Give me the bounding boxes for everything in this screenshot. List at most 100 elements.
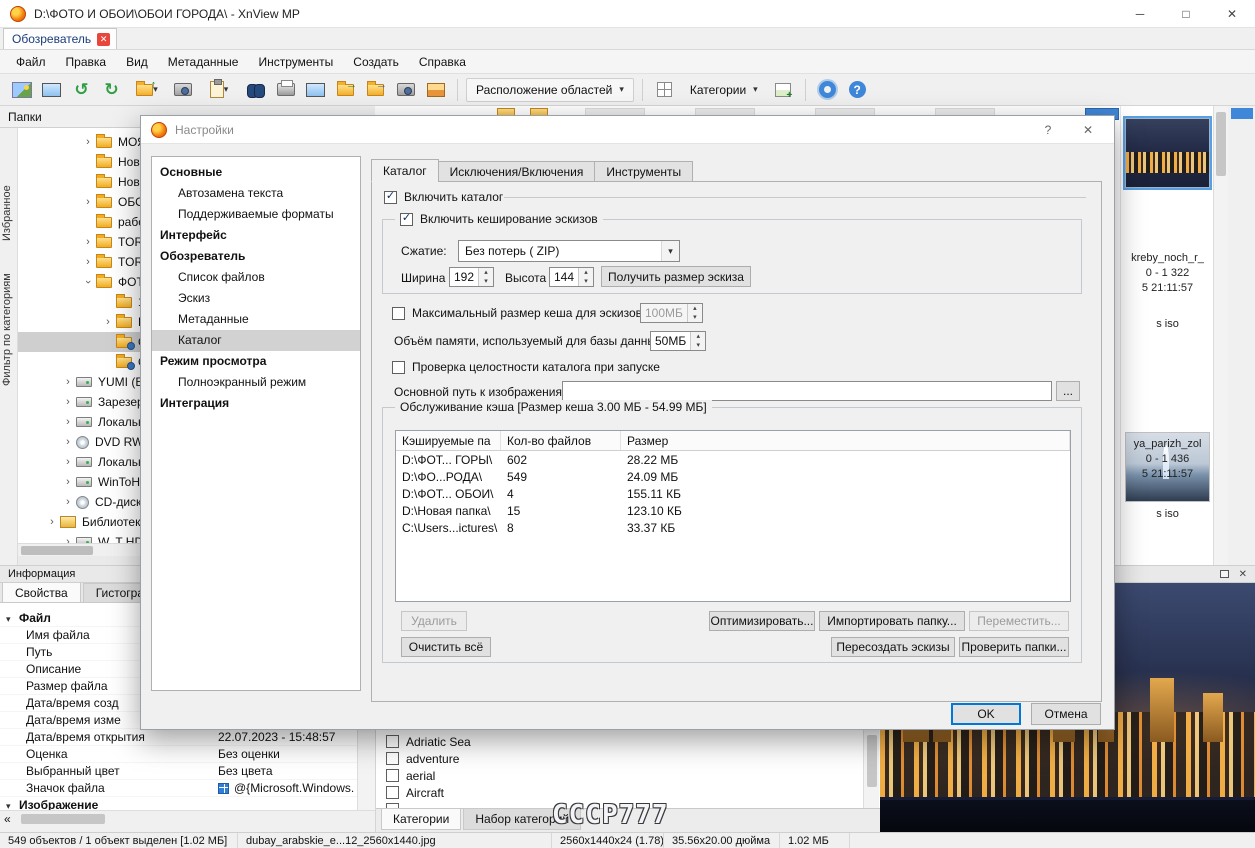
search-button[interactable] <box>242 77 269 103</box>
close-panel-icon[interactable]: ✕ <box>1239 569 1247 580</box>
collapse-left-icon[interactable]: « <box>4 812 11 826</box>
spin-down-icon[interactable]: ▾ <box>691 341 705 350</box>
spin-down-icon[interactable]: ▾ <box>579 277 593 286</box>
nav-general[interactable]: Основные <box>152 162 360 183</box>
base-path-input[interactable] <box>562 381 1052 401</box>
tab-close-button[interactable]: ✕ <box>97 32 111 46</box>
chevron-right-icon[interactable]: › <box>62 496 74 508</box>
checkbox-unchecked[interactable] <box>392 360 405 374</box>
spin-up-icon[interactable]: ▴ <box>479 268 493 277</box>
category-row[interactable]: Adriatic Sea <box>386 733 471 750</box>
side-tab-favorites[interactable]: Избранное <box>1 170 18 256</box>
compression-select[interactable]: Без потерь ( ZIP) ▾ <box>458 240 680 262</box>
copy-to-folder-button[interactable]: → <box>362 77 389 103</box>
column-header-path[interactable]: Кэшируемые па <box>396 431 501 450</box>
chevron-right-icon[interactable]: › <box>82 136 94 148</box>
rebuild-thumbs-button[interactable]: Пересоздать эскизы <box>831 637 955 657</box>
thumb-cache-checkbox[interactable]: ✓ <box>400 212 413 226</box>
side-tab-category-filter[interactable]: Фильтр по категориям <box>1 262 18 398</box>
integrity-checkbox-row[interactable]: Проверка целостности каталога при запуск… <box>392 360 660 374</box>
nav-supported-formats[interactable]: Поддерживаемые форматы <box>152 204 360 225</box>
nav-thumbnail[interactable]: Эскиз <box>152 288 360 309</box>
nav-catalog[interactable]: Каталог <box>152 330 360 351</box>
convert-button[interactable] <box>422 77 449 103</box>
column-header-size[interactable]: Размер <box>621 431 1070 450</box>
nav-interface[interactable]: Интерфейс <box>152 225 360 246</box>
slideshow-button[interactable] <box>302 77 329 103</box>
property-section[interactable]: ▾ Изображение <box>0 797 357 810</box>
minimize-button[interactable]: ─ <box>1117 0 1163 28</box>
settings-button[interactable] <box>814 77 841 103</box>
category-row[interactable]: Aircraft <box>386 784 444 801</box>
table-row[interactable]: D:\ФОТ... ОБОИ\ 4 155.11 КБ <box>396 485 1070 502</box>
property-row[interactable]: Выбранный цвет Без цвета <box>0 763 357 780</box>
chevron-right-icon[interactable]: › <box>62 396 74 408</box>
rotate-ccw-button[interactable]: ↺ <box>68 77 95 103</box>
menu-edit[interactable]: Правка <box>56 52 117 72</box>
browse-button[interactable]: ... <box>1056 381 1080 401</box>
check-folders-button[interactable]: Проверить папки... <box>959 637 1069 657</box>
thumbnail-layout-button[interactable] <box>651 77 678 103</box>
tab-exclusions[interactable]: Исключения/Включения <box>437 161 596 182</box>
parent-folder-button[interactable]: ↑ ▾ <box>128 77 166 103</box>
chevron-right-icon[interactable]: › <box>62 456 74 468</box>
property-row[interactable]: Значок файла @{Microsoft.Windows. <box>0 780 357 797</box>
capture-button[interactable] <box>392 77 419 103</box>
category-checkbox[interactable] <box>386 735 399 748</box>
move-to-folder-button[interactable]: → <box>332 77 359 103</box>
enable-catalog-checkbox[interactable]: ✓ Включить каталог <box>384 190 503 204</box>
table-row[interactable]: D:\ФО...РОДА\ 549 24.09 МБ <box>396 468 1070 485</box>
scrollbar-thumb[interactable] <box>20 813 105 824</box>
import-folder-button[interactable]: Импортировать папку... <box>819 611 965 631</box>
tab-tools[interactable]: Инструменты <box>594 161 694 182</box>
viewer-button[interactable] <box>38 77 65 103</box>
width-spinner[interactable]: 192 ▴ ▾ <box>449 267 495 287</box>
scrollbar-thumb[interactable] <box>21 546 93 555</box>
height-spinner[interactable]: 144 ▴ ▾ <box>549 267 595 287</box>
dialog-help-button[interactable]: ? <box>1032 118 1064 142</box>
db-memory-spinner[interactable]: 50МБ ▴ ▾ <box>650 331 707 351</box>
maximize-button[interactable]: □ <box>1163 0 1209 28</box>
nav-text-replace[interactable]: Автозамена текста <box>152 183 360 204</box>
get-thumb-size-button[interactable]: Получить размер эскиза <box>601 266 751 287</box>
nav-view-mode[interactable]: Режим просмотра <box>152 351 360 372</box>
browser-view-button[interactable] <box>8 77 35 103</box>
thumbnail-image[interactable] <box>1123 116 1212 190</box>
print-button[interactable] <box>272 77 299 103</box>
category-checkbox[interactable] <box>386 769 399 782</box>
chevron-right-icon[interactable]: › <box>62 436 74 448</box>
chevron-right-icon[interactable]: › <box>82 196 94 208</box>
chevron-right-icon[interactable]: › <box>82 236 94 248</box>
copy-to-button[interactable]: ▾ <box>199 77 239 103</box>
chevron-right-icon[interactable]: › <box>102 316 114 328</box>
chevron-expanded-icon[interactable]: › <box>82 276 94 288</box>
close-button[interactable]: ✕ <box>1209 0 1255 28</box>
checkbox-checked[interactable]: ✓ <box>384 190 397 204</box>
chevron-right-icon[interactable]: › <box>62 416 74 428</box>
optimize-button[interactable]: Оптимизировать... <box>709 611 815 631</box>
nav-integration[interactable]: Интеграция <box>152 393 360 414</box>
nav-metadata[interactable]: Метаданные <box>152 309 360 330</box>
category-checkbox[interactable] <box>386 786 399 799</box>
column-header-count[interactable]: Кол-во файлов <box>501 431 621 450</box>
chevron-right-icon[interactable]: › <box>46 516 58 528</box>
clear-all-button[interactable]: Очистить всё <box>401 637 491 657</box>
nav-browser[interactable]: Обозреватель <box>152 246 360 267</box>
scrollbar-thumb[interactable] <box>1216 112 1226 176</box>
menu-metadata[interactable]: Метаданные <box>158 52 249 72</box>
link-button[interactable] <box>169 77 196 103</box>
chevron-right-icon[interactable]: › <box>62 376 74 388</box>
spin-up-icon[interactable]: ▴ <box>579 268 593 277</box>
properties-hscrollbar[interactable]: « <box>0 810 375 826</box>
table-row[interactable]: C:\Users...ictures\ 8 33.37 КБ <box>396 519 1070 536</box>
menu-file[interactable]: Файл <box>6 52 56 72</box>
category-row[interactable]: adventure <box>386 750 459 767</box>
cached-folders-table[interactable]: Кэшируемые па Кол-во файлов Размер D:\ФО… <box>395 430 1071 602</box>
tab-browser[interactable]: Обозреватель ✕ <box>3 28 118 49</box>
property-row[interactable]: Дата/время открытия 22.07.2023 - 15:48:57 <box>0 729 357 746</box>
max-cache-checkbox-row[interactable]: Максимальный размер кеша для эскизов <box>392 306 642 320</box>
spin-up-icon[interactable]: ▴ <box>691 332 705 341</box>
category-row[interactable]: aerial <box>386 767 435 784</box>
menu-view[interactable]: Вид <box>116 52 158 72</box>
chevron-right-icon[interactable]: › <box>62 476 74 488</box>
